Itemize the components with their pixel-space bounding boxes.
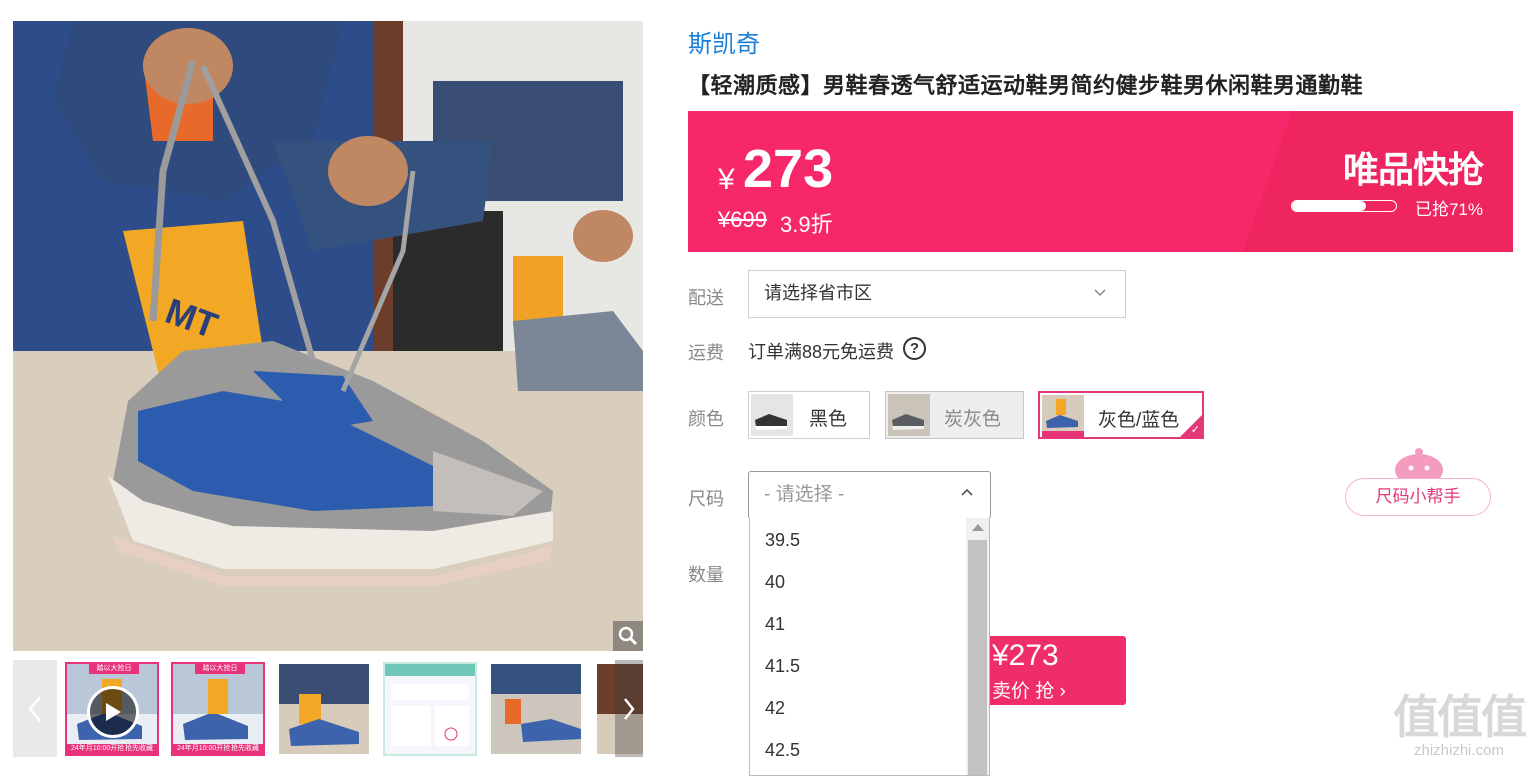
thumbnail-image <box>279 664 369 754</box>
sold-progress-bar <box>1291 200 1397 212</box>
thumbnail-video[interactable]: 踏以大抢日 24年月10:00开抢 抢先收藏 <box>65 662 159 756</box>
thumb-banner-left-text: 24年月10:00开抢 <box>177 745 231 752</box>
chevron-left-icon <box>28 695 41 722</box>
color-option-black[interactable]: 黑色 <box>748 391 870 439</box>
thumb-prev-button[interactable] <box>13 660 57 757</box>
size-dropdown-list: 39.5 40 41 41.5 42 42.5 <box>749 518 990 776</box>
chevron-right-icon <box>624 697 635 720</box>
thumb-banner-bottom: 24年月10:00开抢 抢先收藏 <box>173 744 263 754</box>
scroll-up-arrow-icon[interactable] <box>972 524 984 531</box>
thumbnail-2[interactable]: 踏以大抢日 24年月10:00开抢 抢先收藏 <box>171 662 265 756</box>
buy-button-label: 卖价 抢 › <box>992 681 1066 702</box>
size-select-text: - 请选择 - <box>764 484 845 505</box>
mascot-icon <box>1395 448 1443 482</box>
size-option[interactable]: 41.5 <box>765 656 800 677</box>
thumbnail-image <box>173 664 263 754</box>
color-option-label: 炭灰色 <box>944 409 1002 430</box>
swatch-shoe-image <box>888 394 930 436</box>
thumb-banner-right-text: 抢先收藏 <box>231 745 259 752</box>
buy-button-price: ¥273 <box>992 639 1059 672</box>
thumbnail-strip: 踏以大抢日 24年月10:00开抢 抢先收藏 踏以大抢日 24年月10:00开抢… <box>13 660 643 757</box>
price-banner: ¥ 273 ¥699 3.9折 唯品快抢 已抢71% <box>688 111 1513 252</box>
main-product-image: MT <box>13 21 643 651</box>
size-select[interactable]: - 请选择 - <box>748 471 991 519</box>
play-icon <box>106 703 121 721</box>
shoe-photo: MT <box>13 21 643 651</box>
thumbnail-image <box>491 664 581 754</box>
zoom-button[interactable] <box>613 621 643 651</box>
size-option[interactable]: 41 <box>765 614 785 635</box>
play-video-button[interactable] <box>87 686 139 738</box>
color-option-label: 黑色 <box>809 409 848 430</box>
quantity-label: 数量 <box>688 565 724 585</box>
product-page: MT 踏以大抢日 24年月10:00开抢 抢先收藏 踏以大抢日 24年月10:0… <box>0 0 1537 776</box>
thumb-banner-right-text: 抢先收藏 <box>125 745 153 752</box>
size-option[interactable]: 39.5 <box>765 530 800 551</box>
thumbnail-image <box>385 664 475 754</box>
thumb-banner-top: 踏以大抢日 <box>195 664 245 674</box>
product-title: 【轻潮质感】男鞋春透气舒适运动鞋男简约健步鞋男休闲鞋男通勤鞋 <box>688 73 1364 98</box>
thumb-next-button[interactable] <box>615 660 643 757</box>
size-option[interactable]: 42 <box>765 698 785 719</box>
shipping-label: 运费 <box>688 343 724 363</box>
swatch-shoe-image <box>1042 395 1084 437</box>
color-swatch-image <box>1042 395 1084 437</box>
color-option-label: 灰色/蓝色 <box>1098 410 1180 431</box>
site-watermark: 值值值 zhizhizhi.com <box>1385 692 1533 759</box>
magnifier-icon <box>618 626 638 646</box>
delivery-region-select[interactable]: 请选择省市区 <box>748 270 1126 318</box>
thumbnail-5[interactable] <box>489 662 583 756</box>
sold-progress-fill <box>1292 201 1366 211</box>
color-option-charcoal[interactable]: 炭灰色 <box>885 391 1024 439</box>
discount-rate: 3.9折 <box>780 212 833 237</box>
sold-progress-text: 已抢71% <box>1414 200 1483 219</box>
swatch-shoe-image <box>751 394 793 436</box>
flash-sale-title: 唯品快抢 <box>1342 149 1484 190</box>
buy-button-text: 卖价 抢 <box>992 681 1055 702</box>
size-option[interactable]: 40 <box>765 572 785 593</box>
question-circle-icon[interactable]: ? <box>903 337 926 360</box>
thumb-banner-bottom: 24年月10:00开抢 抢先收藏 <box>67 744 157 754</box>
buy-now-button[interactable]: ¥273 卖价 抢 › <box>990 636 1126 705</box>
thumb-banner-left-text: 24年月10:00开抢 <box>71 745 125 752</box>
chevron-up-icon <box>961 488 973 496</box>
brand-link[interactable]: 斯凯奇 <box>688 24 760 59</box>
color-swatch-image <box>888 394 930 436</box>
original-price: ¥699 <box>718 207 767 232</box>
watermark-url: zhizhizhi.com <box>1413 742 1505 759</box>
color-label: 颜色 <box>688 409 724 429</box>
watermark-logo: 值值值 <box>1393 691 1527 743</box>
delivery-label: 配送 <box>688 288 724 308</box>
thumb-banner-top: 踏以大抢日 <box>89 664 139 674</box>
thumbnail-size-guide[interactable] <box>383 662 477 756</box>
checkmark-icon: ✓ <box>1190 424 1200 436</box>
scrollbar-thumb[interactable] <box>968 540 987 775</box>
currency-symbol: ¥ <box>718 163 735 196</box>
color-swatch-image <box>751 394 793 436</box>
shipping-fee-text: 订单满88元免运费 <box>748 342 895 362</box>
current-price: 273 <box>743 139 834 199</box>
size-list-scrollbar[interactable] <box>966 518 989 775</box>
chevron-down-icon <box>1094 289 1106 297</box>
color-option-grey-blue[interactable]: 灰色/蓝色 ✓ <box>1038 391 1204 439</box>
delivery-select-text: 请选择省市区 <box>764 283 872 303</box>
size-option[interactable]: 42.5 <box>765 740 800 761</box>
size-label: 尺码 <box>688 489 724 509</box>
thumbnail-3[interactable] <box>277 662 371 756</box>
size-helper-button[interactable]: 尺码小帮手 <box>1345 478 1491 516</box>
